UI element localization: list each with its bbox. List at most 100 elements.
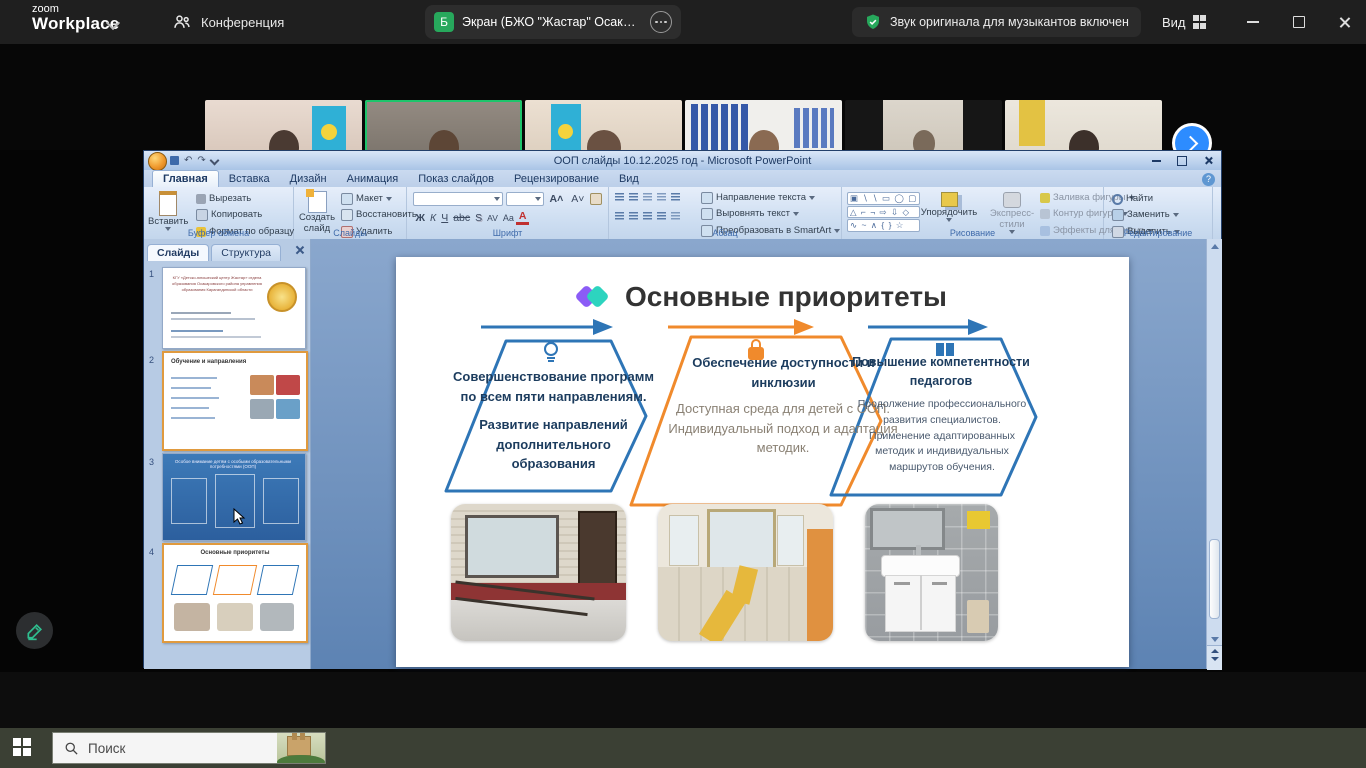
window-restore-button[interactable] xyxy=(1282,0,1316,44)
panel-tab-outline[interactable]: Структура xyxy=(211,244,281,261)
previous-slide-icon[interactable] xyxy=(1211,649,1219,653)
annotate-button[interactable] xyxy=(16,612,53,649)
thumbnail-photo xyxy=(217,603,253,631)
panel-tab-slides[interactable]: Слайды xyxy=(147,244,209,261)
tab-conference[interactable]: Конференция xyxy=(172,0,284,44)
tab-design[interactable]: Дизайн xyxy=(280,171,337,187)
numbering-icon[interactable] xyxy=(629,193,638,201)
text-shadow-button[interactable]: S xyxy=(473,212,485,224)
arrange-label: Упорядочить xyxy=(921,207,978,218)
decrease-indent-icon[interactable] xyxy=(643,193,652,201)
line-spacing-icon[interactable] xyxy=(671,193,680,201)
tab-options-icon[interactable] xyxy=(650,11,672,33)
layout-label: Макет xyxy=(356,192,383,206)
priority-3-body: Продолжение профессионального развития с… xyxy=(851,397,1033,476)
shapes-gallery[interactable]: ▣ ∖ ∖ ▭ ◯ ▢ △ ⌐ ¬ ⇨ ⇩ ◇ ∿ ~ ∧ { } ☆ xyxy=(847,192,920,232)
shrink-font-button[interactable]: A˅ xyxy=(569,193,587,205)
slide-scrollbar[interactable] xyxy=(1206,239,1222,669)
change-case-button[interactable]: Aa xyxy=(500,213,516,223)
search-highlight-image[interactable] xyxy=(277,733,325,763)
character-spacing-button[interactable]: AV xyxy=(485,213,501,223)
tab-screen-share-label: Экран (БЖО "Жастар" Осакаров xyxy=(462,15,642,29)
panel-close-icon[interactable] xyxy=(295,245,305,255)
start-button[interactable] xyxy=(13,738,31,756)
thumbnail-chevron xyxy=(257,565,299,595)
tab-conference-label: Конференция xyxy=(201,15,284,30)
tab-slideshow[interactable]: Показ слайдов xyxy=(408,171,504,187)
align-left-icon[interactable] xyxy=(615,212,624,220)
text-direction-button[interactable]: Направление текста xyxy=(701,191,840,205)
tab-insert[interactable]: Вставка xyxy=(219,171,280,187)
flag-decoration xyxy=(1019,100,1045,146)
align-text-icon xyxy=(701,208,713,220)
original-sound-pill: Звук оригинала для музыкантов включен xyxy=(852,7,1141,37)
clear-formatting-icon[interactable] xyxy=(590,193,602,205)
find-icon xyxy=(1112,194,1123,205)
group-slides-label: Слайды xyxy=(294,228,406,238)
align-center-icon[interactable] xyxy=(629,212,638,220)
current-slide[interactable]: Основные приоритеты Совершенствование пр… xyxy=(396,257,1129,667)
find-label: Найти xyxy=(1126,192,1153,206)
windows-taskbar: Поиск xyxy=(0,728,1366,768)
align-right-icon[interactable] xyxy=(643,212,652,220)
font-size-combobox[interactable] xyxy=(506,192,544,206)
taskbar-search[interactable]: Поиск xyxy=(52,732,326,764)
find-button[interactable]: Найти xyxy=(1112,192,1180,206)
scroll-down-icon[interactable] xyxy=(1211,637,1219,642)
next-slide-icon[interactable] xyxy=(1211,657,1219,661)
windows-logo-icon xyxy=(13,738,31,756)
scroll-up-icon[interactable] xyxy=(1211,244,1219,249)
thumbnail-photo xyxy=(260,603,294,631)
justify-icon[interactable] xyxy=(657,212,666,220)
font-name-combobox[interactable] xyxy=(413,192,503,206)
reset-icon xyxy=(341,209,353,221)
photo-accessible-sink xyxy=(865,504,998,641)
align-text-button[interactable]: Выровнять текст xyxy=(701,207,840,221)
shape-outline-icon xyxy=(1040,209,1050,219)
paste-button[interactable]: Вставить xyxy=(148,191,188,231)
tab-screen-share[interactable]: Б Экран (БЖО "Жастар" Осакаров xyxy=(425,5,681,39)
view-button[interactable]: Вид xyxy=(1162,7,1206,37)
tab-home[interactable]: Главная xyxy=(152,170,219,187)
window-minimize-button[interactable] xyxy=(1236,0,1270,44)
grow-font-button[interactable]: A˄ xyxy=(547,193,566,205)
thumbnail-photo xyxy=(276,399,300,419)
cut-button[interactable]: Вырезать xyxy=(196,192,294,206)
reset-slide-button[interactable]: Восстановить xyxy=(341,208,417,222)
ppt-restore-button[interactable] xyxy=(1169,151,1195,170)
layout-button[interactable]: Макет xyxy=(341,192,417,206)
ppt-minimize-button[interactable] xyxy=(1143,151,1169,170)
quick-styles-icon xyxy=(1003,192,1021,208)
shapes-row: ▣ ∖ ∖ ▭ ◯ ▢ xyxy=(847,192,920,205)
ppt-ribbon: Вставить Вырезать Копировать Формат по о… xyxy=(144,187,1221,240)
slide-thumbnail-1[interactable]: КГУ «Детско-юношеский центр Жастар» отде… xyxy=(162,267,306,349)
window-close-button[interactable] xyxy=(1328,0,1362,44)
group-editing-label: Редактирование xyxy=(1104,228,1212,238)
columns-icon[interactable] xyxy=(671,212,680,220)
slide-thumbnail-2[interactable]: Обучение и направления xyxy=(162,351,308,451)
ppt-window-title: ООП слайды 10.12.2025 год - Microsoft Po… xyxy=(144,155,1221,167)
underline-button[interactable]: Ч xyxy=(439,212,451,224)
font-color-button[interactable]: А xyxy=(516,211,529,225)
increase-indent-icon[interactable] xyxy=(657,193,666,201)
zoom-workplace-logo: zoom Workplace xyxy=(32,4,119,32)
arrange-button[interactable]: Упорядочить xyxy=(920,192,978,222)
slide-thumbnail-3[interactable]: Особое внимание детям с особыми образова… xyxy=(162,453,306,541)
slide-thumbnail-4[interactable]: Основные приоритеты xyxy=(162,543,308,643)
tab-animation[interactable]: Анимация xyxy=(337,171,409,187)
tab-view[interactable]: Вид xyxy=(609,171,649,187)
ppt-close-button[interactable] xyxy=(1195,151,1221,170)
search-placeholder: Поиск xyxy=(88,741,125,756)
bold-button[interactable]: Ж xyxy=(413,212,428,224)
bullets-icon[interactable] xyxy=(615,193,624,201)
replace-button[interactable]: Заменить xyxy=(1112,208,1180,222)
help-icon[interactable]: ? xyxy=(1202,173,1215,186)
strikethrough-button[interactable]: abc xyxy=(451,212,473,224)
italic-button[interactable]: К xyxy=(428,212,439,224)
tab-review[interactable]: Рецензирование xyxy=(504,171,609,187)
scrollbar-thumb[interactable] xyxy=(1209,539,1220,619)
photo-building-ramp xyxy=(451,504,626,641)
original-sound-label: Звук оригинала для музыкантов включен xyxy=(890,15,1129,29)
copy-button[interactable]: Копировать xyxy=(196,208,294,222)
search-icon xyxy=(64,741,79,756)
